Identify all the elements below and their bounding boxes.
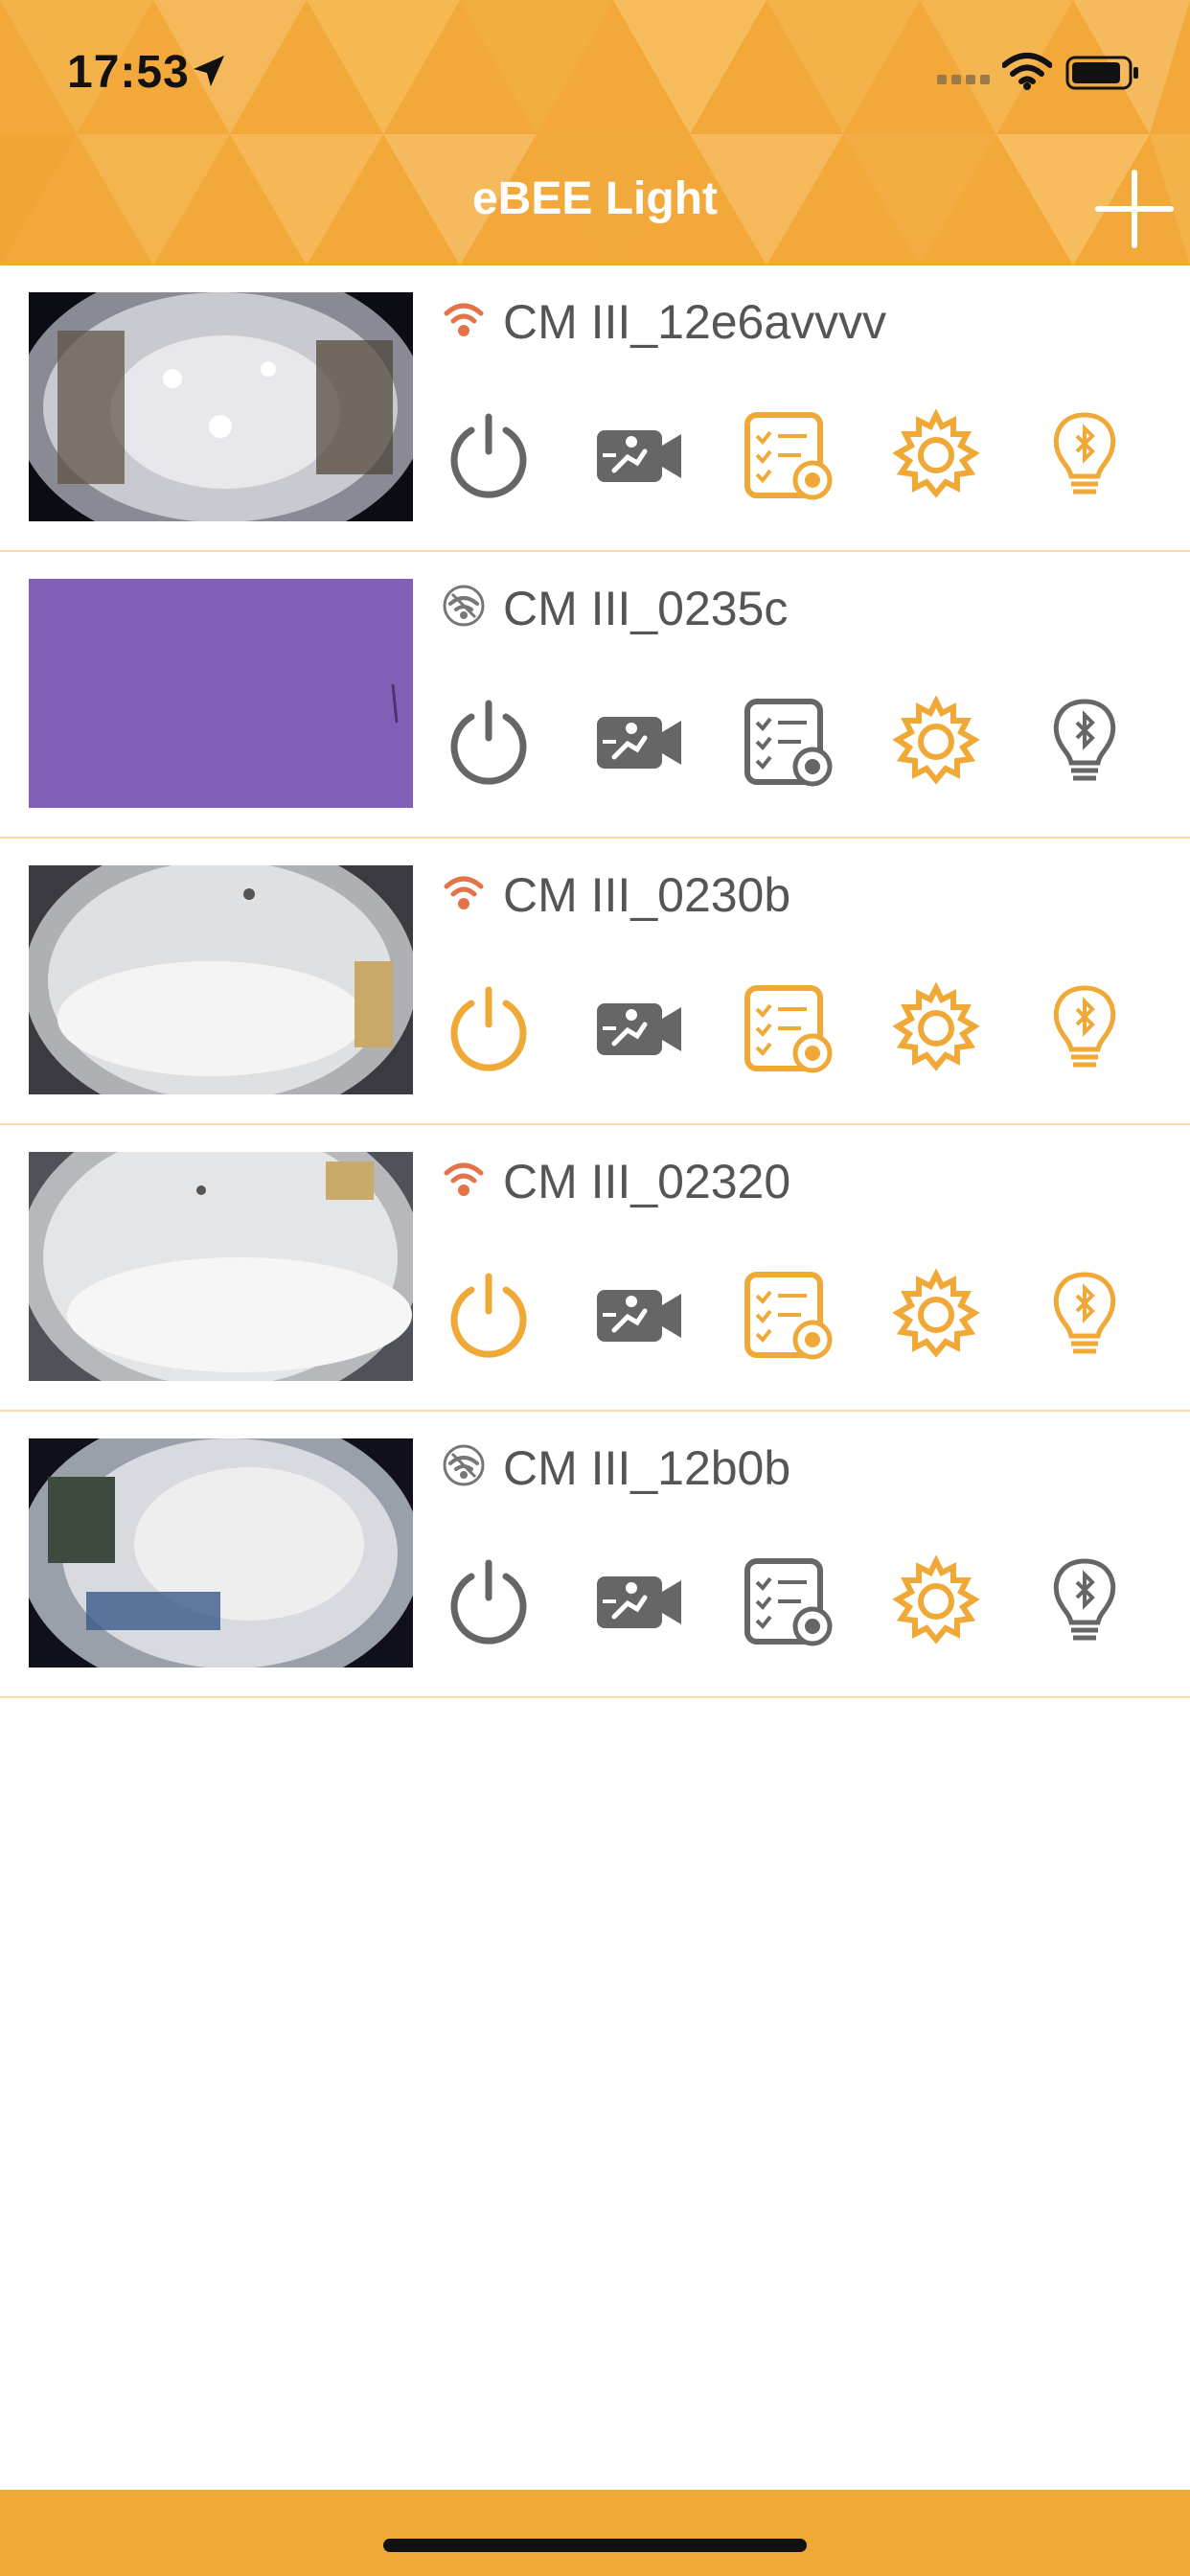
schedule-button[interactable] bbox=[740, 1267, 835, 1363]
motion-camera-icon bbox=[597, 717, 681, 769]
motion-record-button[interactable] bbox=[591, 407, 687, 503]
wifi-disconnected-icon bbox=[443, 1444, 485, 1486]
camera-row[interactable]: CM III_12b0b bbox=[0, 1412, 1190, 1698]
motion-record-button[interactable] bbox=[591, 980, 687, 1076]
bluetooth-light-button[interactable] bbox=[1037, 694, 1133, 790]
camera-thumbnail[interactable] bbox=[29, 865, 413, 1094]
schedule-checklist-icon bbox=[744, 412, 833, 500]
camera-actions bbox=[441, 1267, 1169, 1363]
settings-button[interactable] bbox=[888, 407, 984, 503]
wifi-connected-icon bbox=[444, 876, 484, 909]
header-pattern bbox=[0, 0, 1190, 265]
power-button[interactable] bbox=[441, 1553, 537, 1649]
power-icon bbox=[450, 1273, 527, 1358]
power-button[interactable] bbox=[441, 980, 537, 1076]
camera-list: CM III_12e6avvvv CM III_0235c CM III_023… bbox=[0, 265, 1190, 1698]
home-indicator[interactable] bbox=[383, 2539, 807, 2552]
camera-thumbnail[interactable] bbox=[29, 292, 413, 521]
battery-icon bbox=[1065, 56, 1138, 90]
status-time: 17:53 bbox=[67, 47, 190, 98]
motion-camera-icon bbox=[597, 1290, 681, 1342]
camera-row[interactable]: CM III_0230b bbox=[0, 839, 1190, 1125]
camera-row[interactable]: CM III_0235c bbox=[0, 552, 1190, 839]
app-header: 17:53 eBEE Light bbox=[0, 0, 1190, 265]
motion-record-button[interactable] bbox=[591, 694, 687, 790]
settings-button[interactable] bbox=[888, 1267, 984, 1363]
camera-name: CM III_02320 bbox=[503, 1155, 791, 1208]
fisheye-preview-image bbox=[29, 292, 413, 521]
power-icon bbox=[450, 700, 527, 785]
bluetooth-light-button[interactable] bbox=[1037, 1553, 1133, 1649]
schedule-button[interactable] bbox=[740, 980, 835, 1076]
camera-name: CM III_12e6avvvv bbox=[503, 295, 887, 349]
motion-record-button[interactable] bbox=[591, 1553, 687, 1649]
motion-camera-icon bbox=[597, 1576, 681, 1628]
schedule-button[interactable] bbox=[740, 407, 835, 503]
camera-row[interactable]: CM III_12e6avvvv bbox=[0, 265, 1190, 552]
schedule-checklist-icon bbox=[744, 985, 833, 1073]
settings-button[interactable] bbox=[888, 1553, 984, 1649]
camera-name: CM III_0235c bbox=[503, 582, 789, 635]
power-icon bbox=[450, 986, 527, 1071]
bluetooth-light-button[interactable] bbox=[1037, 980, 1133, 1076]
wifi-disconnected-icon bbox=[443, 585, 485, 627]
settings-button[interactable] bbox=[888, 694, 984, 790]
power-button[interactable] bbox=[441, 694, 537, 790]
motion-camera-icon bbox=[597, 1003, 681, 1055]
schedule-checklist-icon bbox=[744, 699, 833, 787]
wifi-connected-icon bbox=[444, 303, 484, 336]
camera-row[interactable]: CM III_02320 bbox=[0, 1125, 1190, 1412]
purple-preview-image bbox=[29, 579, 413, 808]
schedule-button[interactable] bbox=[740, 694, 835, 790]
fisheye-preview-image bbox=[29, 1152, 413, 1381]
bluetooth-bulb-icon bbox=[1053, 1558, 1116, 1641]
bottom-bar bbox=[0, 2490, 1190, 2576]
camera-actions bbox=[441, 694, 1169, 790]
bluetooth-light-button[interactable] bbox=[1037, 407, 1133, 503]
camera-name: CM III_12b0b bbox=[503, 1441, 791, 1495]
location-arrow-icon bbox=[194, 56, 224, 86]
page-title: eBEE Light bbox=[471, 173, 718, 224]
gear-icon bbox=[892, 1269, 980, 1358]
settings-button[interactable] bbox=[888, 980, 984, 1076]
camera-name: CM III_0230b bbox=[503, 868, 791, 922]
gear-icon bbox=[892, 982, 980, 1071]
power-icon bbox=[450, 413, 527, 498]
bluetooth-light-button[interactable] bbox=[1037, 1267, 1133, 1363]
schedule-checklist-icon bbox=[744, 1272, 833, 1360]
wifi-connected-icon bbox=[444, 1162, 484, 1196]
gear-icon bbox=[892, 696, 980, 785]
bluetooth-bulb-icon bbox=[1053, 699, 1116, 781]
gear-icon bbox=[892, 1555, 980, 1644]
gear-icon bbox=[892, 409, 980, 498]
power-icon bbox=[450, 1559, 527, 1644]
power-button[interactable] bbox=[441, 1267, 537, 1363]
cellular-signal-icon bbox=[937, 75, 990, 84]
schedule-checklist-icon bbox=[744, 1558, 833, 1646]
camera-thumbnail[interactable] bbox=[29, 1438, 413, 1668]
bluetooth-bulb-icon bbox=[1053, 412, 1116, 494]
camera-actions bbox=[441, 1553, 1169, 1649]
bluetooth-bulb-icon bbox=[1053, 985, 1116, 1068]
bluetooth-bulb-icon bbox=[1053, 1272, 1116, 1354]
fisheye-preview-image bbox=[29, 1438, 413, 1668]
power-button[interactable] bbox=[441, 407, 537, 503]
motion-camera-icon bbox=[597, 430, 681, 482]
fisheye-preview-image bbox=[29, 865, 413, 1094]
camera-thumbnail[interactable] bbox=[29, 579, 413, 808]
camera-actions bbox=[441, 407, 1169, 503]
camera-actions bbox=[441, 980, 1169, 1076]
add-camera-button[interactable] bbox=[1094, 169, 1175, 249]
motion-record-button[interactable] bbox=[591, 1267, 687, 1363]
schedule-button[interactable] bbox=[740, 1553, 835, 1649]
camera-thumbnail[interactable] bbox=[29, 1152, 413, 1381]
wifi-status-icon bbox=[1002, 53, 1052, 90]
